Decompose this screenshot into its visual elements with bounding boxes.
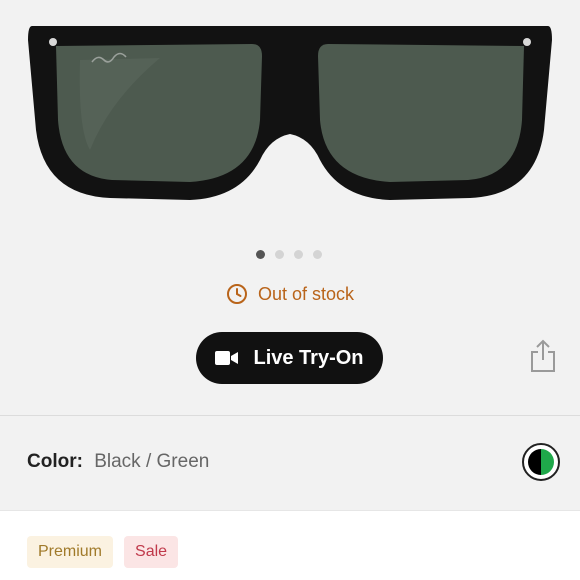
carousel-dots <box>256 250 322 259</box>
clock-icon <box>226 284 247 304</box>
carousel-dot-3[interactable] <box>294 250 303 259</box>
carousel-dot-1[interactable] <box>256 250 265 259</box>
premium-badge: Premium <box>27 536 114 568</box>
video-camera-icon <box>215 351 239 365</box>
stock-status: Out of stock <box>0 283 580 305</box>
share-icon[interactable] <box>528 338 558 374</box>
sale-badge: Sale <box>124 536 179 568</box>
color-swatch[interactable] <box>522 443 560 481</box>
color-value: Black / Green <box>94 451 210 472</box>
color-selector-row: Color: Black / Green <box>0 416 580 511</box>
color-swatch-icon <box>528 449 554 475</box>
product-image[interactable] <box>20 10 560 210</box>
carousel-dot-2[interactable] <box>275 250 284 259</box>
badges: Premium Sale <box>27 536 179 568</box>
stock-status-text: Out of stock <box>257 283 355 304</box>
color-label: Color: <box>27 451 83 472</box>
color-label-group: Color: Black / Green <box>27 451 209 473</box>
product-hero: Out of stock Live Try-On <box>0 0 580 415</box>
carousel-dot-4[interactable] <box>313 250 322 259</box>
live-try-on-button[interactable]: Live Try-On <box>196 332 383 384</box>
live-try-on-label: Live Try-On <box>253 346 364 369</box>
